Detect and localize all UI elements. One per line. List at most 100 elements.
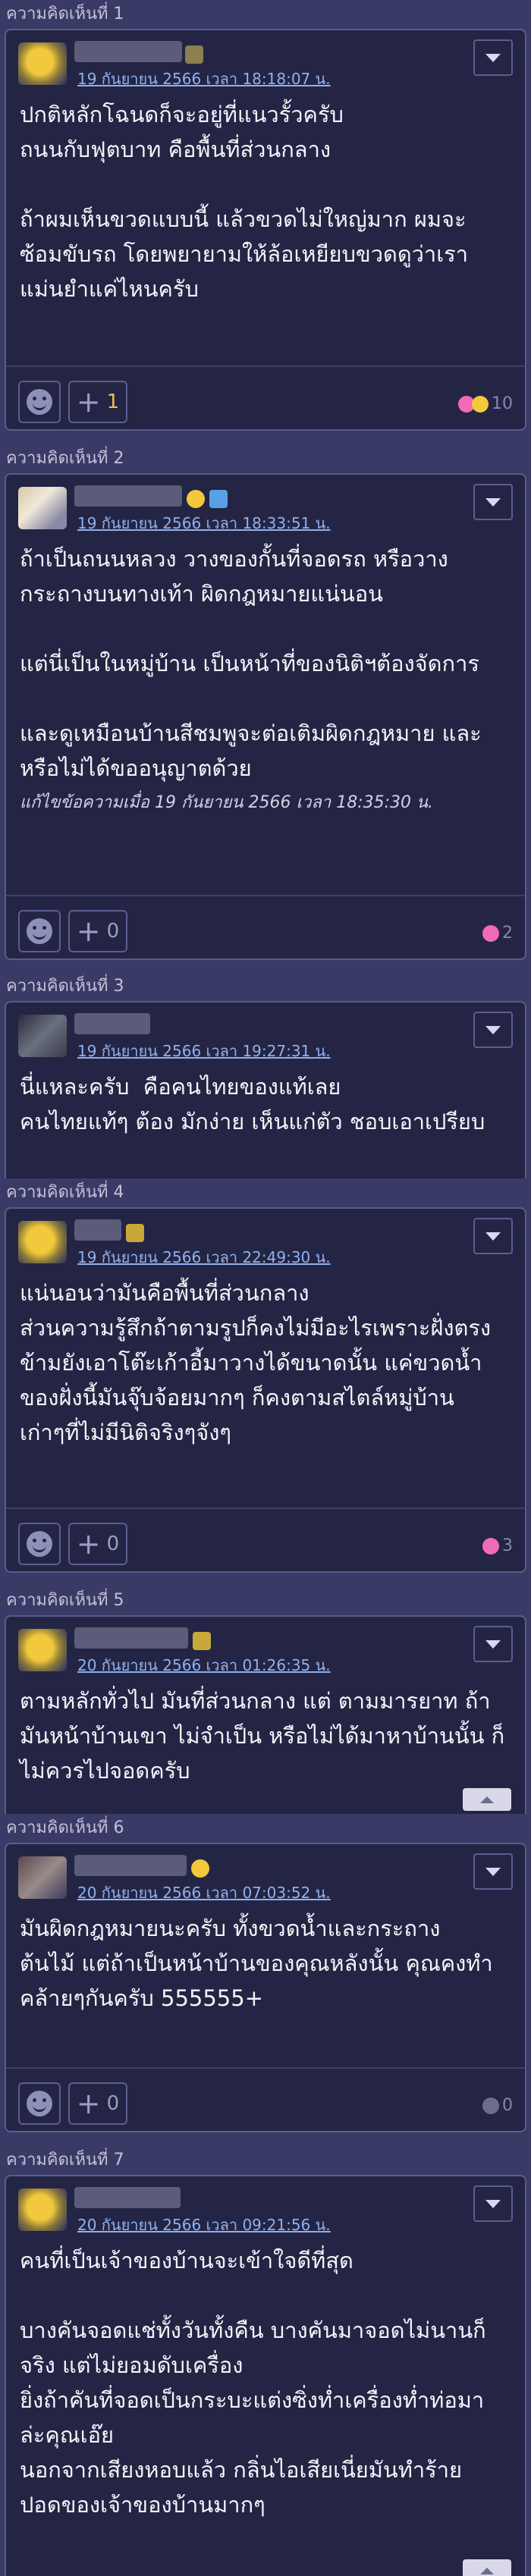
- comment-number-label: ความคิดเห็นที่ 5: [6, 1591, 124, 1610]
- smiley-icon: [27, 2091, 52, 2116]
- member-badge-icon: [209, 490, 228, 508]
- avatar[interactable]: [18, 1015, 67, 1057]
- comment-menu-button[interactable]: [473, 1012, 513, 1048]
- avatar[interactable]: [18, 42, 67, 85]
- comment-card: 20 กันยายน 2566 เวลา 09:21:56 น. คนที่เป…: [5, 2175, 526, 2576]
- comment-timestamp-link[interactable]: 19 กันยายน 2566 เวลา 18:33:51 น.: [77, 511, 331, 535]
- vote-plus-button[interactable]: +0: [68, 910, 127, 952]
- chevron-down-icon: [485, 1867, 501, 1876]
- comment-number-label: ความคิดเห็นที่ 4: [6, 1183, 124, 1202]
- comment-body: ปกติหลักโฉนดก็จะอยู่ที่แนวรั้วครับ ถนนกั…: [20, 102, 468, 302]
- username-blurred[interactable]: [74, 1219, 121, 1241]
- comment-menu-button[interactable]: [473, 1853, 513, 1890]
- comment-body: แน่นอนว่ามันคือพื้นที่ส่วนกลาง ส่วนความร…: [20, 1280, 492, 1445]
- plus-icon: +: [76, 915, 101, 948]
- vote-count: 0: [106, 920, 120, 943]
- chevron-down-icon: [485, 1025, 501, 1034]
- laugh-reaction-icon: [472, 395, 489, 413]
- comment-header: 20 กันยายน 2566 เวลา 09:21:56 น.: [6, 2176, 525, 2234]
- comment-card: 19 กันยายน 2566 เวลา 18:18:07 น. ปกติหลั…: [5, 29, 526, 431]
- comment-timestamp-link[interactable]: 19 กันยายน 2566 เวลา 19:27:31 น.: [77, 1039, 331, 1063]
- reaction-summary[interactable]: 3: [482, 1536, 513, 1555]
- comment-7: ความคิดเห็นที่ 7 20 กันยายน 2566 เวลา 09…: [0, 2146, 531, 2576]
- comment-timestamp-link[interactable]: 19 กันยายน 2566 เวลา 18:18:07 น.: [77, 67, 331, 91]
- comment-card: 20 กันยายน 2566 เวลา 07:03:52 น. มันผิดก…: [5, 1843, 526, 2132]
- comment-footer: +1 10: [6, 366, 525, 429]
- vote-plus-button[interactable]: +1: [68, 381, 127, 423]
- comment-card: 20 กันยายน 2566 เวลา 01:26:35 น. ตามหลัก…: [5, 1615, 526, 1814]
- comment-number-label: ความคิดเห็นที่ 7: [6, 2151, 124, 2170]
- heart-reaction-icon: [482, 1537, 499, 1555]
- vote-count: 1: [106, 391, 120, 413]
- comment-3: ความคิดเห็นที่ 3 19 กันยายน 2566 เวลา 19…: [0, 972, 531, 1178]
- emoji-badge-icon: [191, 1859, 209, 1878]
- comment-body: คนที่เป็นเจ้าของบ้านจะเข้าใจดีที่สุด บาง…: [20, 2248, 486, 2518]
- plus-icon: +: [76, 385, 101, 419]
- chevron-down-icon: [485, 53, 501, 62]
- scroll-up-button[interactable]: [463, 1788, 511, 1811]
- emoji-badge-icon: [187, 490, 205, 508]
- comment-thread: ความคิดเห็นที่ 1 19 กันยายน 2566 เวลา 18…: [0, 0, 531, 2576]
- emoji-react-button[interactable]: [18, 2082, 61, 2125]
- emoji-react-button[interactable]: [18, 381, 61, 423]
- comment-5: ความคิดเห็นที่ 5 20 กันยายน 2566 เวลา 01…: [0, 1586, 531, 1814]
- comment-header: 19 กันยายน 2566 เวลา 22:49:30 น.: [6, 1209, 525, 1266]
- reaction-summary[interactable]: 2: [482, 924, 513, 943]
- comment-2: ความคิดเห็นที่ 2 19 กันยายน 2566 เวลา 18…: [0, 444, 531, 960]
- username-blurred[interactable]: [74, 1855, 187, 1876]
- comment-menu-button[interactable]: [473, 484, 513, 520]
- chevron-down-icon: [485, 1639, 501, 1649]
- reaction-summary[interactable]: 0: [482, 2096, 513, 2115]
- comment-body: ตามหลักทั่วไป มันที่ส่วนกลาง แต่ ตามมารย…: [20, 1688, 505, 1784]
- username-blurred[interactable]: [74, 1013, 150, 1034]
- comment-menu-button[interactable]: [473, 2185, 513, 2222]
- comment-number-label: ความคิดเห็นที่ 2: [6, 449, 124, 468]
- reaction-summary[interactable]: 10: [458, 394, 513, 413]
- comment-menu-button[interactable]: [473, 1218, 513, 1254]
- plus-icon: +: [76, 2087, 101, 2120]
- member-badge-icon: [126, 1224, 144, 1242]
- comment-footer: +0 3: [6, 1508, 525, 1571]
- username-blurred[interactable]: [74, 41, 182, 62]
- vote-plus-button[interactable]: +0: [68, 2082, 127, 2125]
- comment-body: มันผิดกฎหมายนะครับ ทั้งขวดน้ำและกระถาง ต…: [20, 1916, 493, 2011]
- member-badge-icon: [193, 1632, 211, 1650]
- comment-number-label: ความคิดเห็นที่ 3: [6, 977, 124, 996]
- comment-timestamp-link[interactable]: 20 กันยายน 2566 เวลา 07:03:52 น.: [77, 1881, 331, 1905]
- avatar[interactable]: [18, 1856, 67, 1899]
- comment-timestamp-link[interactable]: 19 กันยายน 2566 เวลา 22:49:30 น.: [77, 1245, 331, 1269]
- vote-count: 0: [106, 1533, 120, 1555]
- comment-timestamp-link[interactable]: 20 กันยายน 2566 เวลา 09:21:56 น.: [77, 2213, 331, 2237]
- comment-card: 19 กันยายน 2566 เวลา 18:33:51 น. ถ้าเป็น…: [5, 473, 526, 960]
- comment-header: 20 กันยายน 2566 เวลา 07:03:52 น.: [6, 1844, 525, 1902]
- avatar[interactable]: [18, 1221, 67, 1263]
- comment-6: ความคิดเห็นที่ 6 20 กันยายน 2566 เวลา 07…: [0, 1814, 531, 2132]
- comment-header: 19 กันยายน 2566 เวลา 19:27:31 น.: [6, 1002, 525, 1060]
- reaction-count: 0: [502, 2096, 513, 2115]
- edited-note: แก้ไขข้อความเมื่อ 19 กันยายน 2566 เวลา 1…: [20, 793, 434, 812]
- emoji-react-button[interactable]: [18, 1523, 61, 1565]
- chevron-down-icon: [485, 1232, 501, 1241]
- smiley-icon: [27, 389, 52, 415]
- avatar[interactable]: [18, 1629, 67, 1671]
- plus-icon: +: [76, 1527, 101, 1561]
- username-blurred[interactable]: [74, 2187, 181, 2208]
- vote-plus-button[interactable]: +0: [68, 1523, 127, 1565]
- reaction-count: 2: [502, 924, 513, 943]
- comment-card: 19 กันยายน 2566 เวลา 22:49:30 น. แน่นอนว…: [5, 1207, 526, 1573]
- username-blurred[interactable]: [74, 1627, 188, 1649]
- reaction-count: 3: [502, 1536, 513, 1555]
- comment-menu-button[interactable]: [473, 39, 513, 76]
- avatar[interactable]: [18, 487, 67, 529]
- avatar[interactable]: [18, 2189, 67, 2231]
- comment-header: 20 กันยายน 2566 เวลา 01:26:35 น.: [6, 1617, 525, 1674]
- scroll-up-button[interactable]: [463, 2559, 511, 2576]
- heart-reaction-icon: [482, 924, 499, 942]
- username-blurred[interactable]: [74, 485, 182, 507]
- comment-1: ความคิดเห็นที่ 1 19 กันยายน 2566 เวลา 18…: [0, 0, 531, 431]
- comment-menu-button[interactable]: [473, 1626, 513, 1662]
- chevron-down-icon: [485, 497, 501, 507]
- emoji-react-button[interactable]: [18, 910, 61, 952]
- comment-timestamp-link[interactable]: 20 กันยายน 2566 เวลา 01:26:35 น.: [77, 1653, 331, 1677]
- chevron-up-icon: [480, 2567, 494, 2574]
